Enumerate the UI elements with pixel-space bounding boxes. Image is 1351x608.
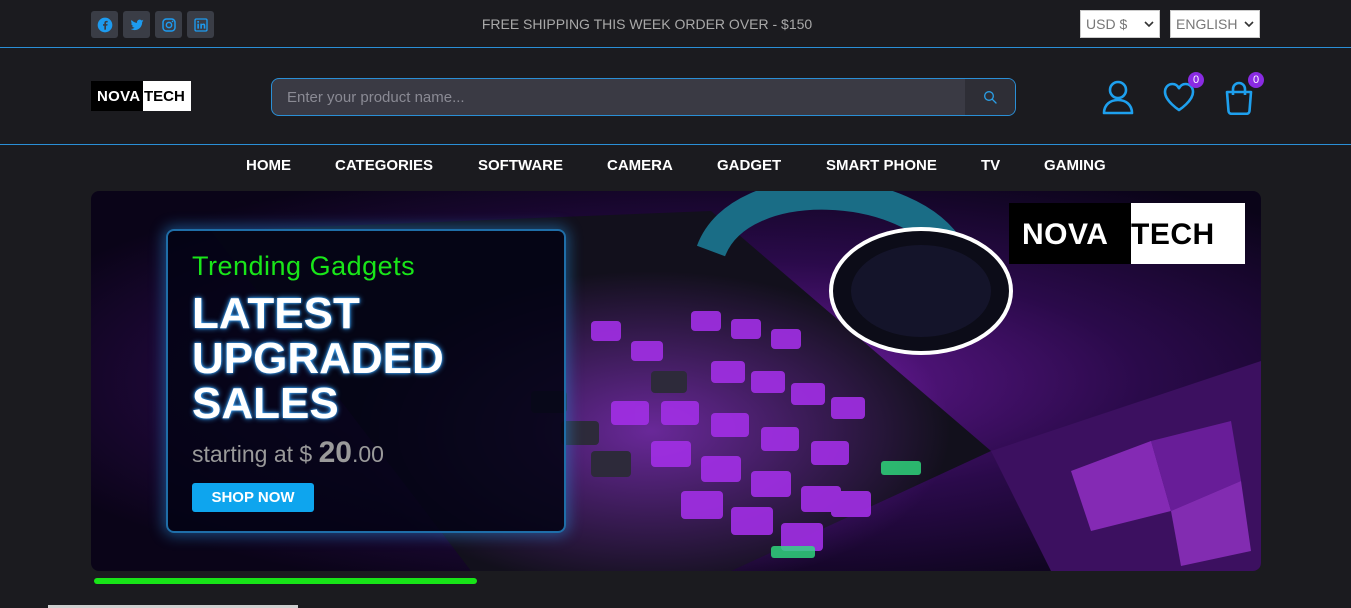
promo-kicker: Trending Gadgets	[192, 251, 416, 281]
promo-headline: LATEST UPGRADED SALES	[192, 289, 444, 428]
slider-progress-bar	[94, 578, 477, 584]
promo-price: starting at $ 20.00	[192, 436, 384, 470]
account-button[interactable]	[1101, 79, 1135, 115]
logo-part-1: NOVA	[91, 81, 143, 111]
hero-logo-part-2: TECH	[1131, 203, 1245, 264]
nav-item-gadget[interactable]: GADGET	[717, 157, 781, 174]
chevron-down-icon	[1144, 21, 1154, 28]
shop-now-button[interactable]: SHOP NOW	[192, 483, 314, 512]
nav-item-home[interactable]: HOME	[246, 157, 291, 174]
currency-value: USD $	[1086, 16, 1128, 32]
search-icon	[984, 91, 997, 104]
site-logo[interactable]: NOVA TECH	[91, 81, 191, 111]
hero-banner[interactable]: NOVA TECH Trending Gadgets LATEST UPGRAD…	[91, 191, 1261, 571]
nav-item-tv[interactable]: TV	[981, 157, 1000, 174]
price-cents: .00	[351, 441, 384, 467]
price-prefix: starting at $	[192, 441, 319, 467]
main-nav: HOME CATEGORIES SOFTWARE CAMERA GADGET S…	[0, 157, 1351, 179]
hero-brand-logo: NOVA TECH	[1009, 203, 1245, 264]
top-bar: FREE SHIPPING THIS WEEK ORDER OVER - $15…	[0, 0, 1351, 48]
hero-logo-part-1: NOVA	[1009, 203, 1131, 264]
nav-item-categories[interactable]: CATEGORIES	[335, 157, 433, 174]
currency-select[interactable]: USD $	[1080, 10, 1160, 38]
search-input[interactable]	[272, 79, 966, 115]
wishlist-button[interactable]: 0	[1162, 72, 1204, 115]
chevron-down-icon	[1244, 21, 1254, 28]
promo-card: Trending Gadgets LATEST UPGRADED SALES s…	[166, 229, 566, 533]
search-bar	[271, 78, 1016, 116]
price-whole: 20	[318, 436, 352, 469]
site-header: NOVA TECH 0 0	[0, 49, 1351, 145]
nav-item-camera[interactable]: CAMERA	[607, 157, 673, 174]
cart-button[interactable]: 0	[1222, 72, 1264, 116]
nav-item-smart-phone[interactable]: SMART PHONE	[826, 157, 937, 174]
cart-count-badge: 0	[1248, 72, 1264, 88]
search-button[interactable]	[965, 79, 1015, 115]
language-select[interactable]: ENGLISH	[1170, 10, 1260, 38]
nav-item-gaming[interactable]: GAMING	[1044, 157, 1106, 174]
nav-item-software[interactable]: SOFTWARE	[478, 157, 563, 174]
language-value: ENGLISH	[1176, 16, 1238, 32]
user-icon	[1102, 80, 1134, 115]
wishlist-count-badge: 0	[1188, 72, 1204, 88]
logo-part-2: TECH	[143, 81, 191, 111]
